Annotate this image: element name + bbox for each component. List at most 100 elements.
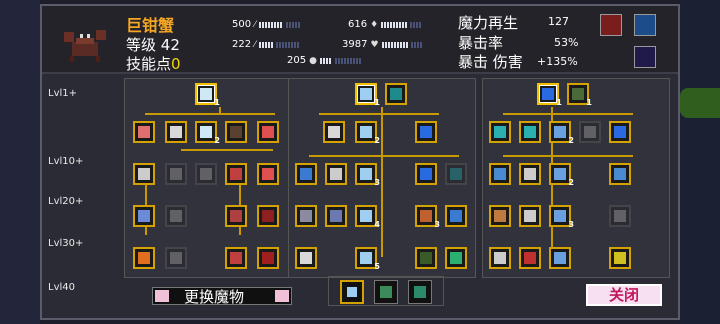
trait-crit-rate-value: 53% xyxy=(554,36,579,49)
skill-node[interactable]: 1 xyxy=(355,83,380,107)
skill-node[interactable] xyxy=(257,247,279,269)
stat-magic: 616 ♦ xyxy=(348,19,423,30)
tab-guard-branch[interactable] xyxy=(408,280,432,304)
skill-node[interactable] xyxy=(295,163,317,185)
skill-node[interactable] xyxy=(489,247,511,269)
ice-element-icon[interactable] xyxy=(634,14,656,36)
skill-node[interactable] xyxy=(579,121,601,143)
skill-node[interactable]: 1 xyxy=(567,83,592,107)
stat-speed-value: 205 xyxy=(287,55,307,66)
skill-points-value: 0 xyxy=(171,55,181,73)
skill-node[interactable] xyxy=(257,163,279,185)
skill-node[interactable] xyxy=(415,247,437,269)
close-button[interactable]: 关闭 xyxy=(586,284,662,306)
tab-ice-branch[interactable] xyxy=(340,280,364,304)
skill-node[interactable] xyxy=(519,121,541,143)
skill-node[interactable]: 3 xyxy=(415,205,440,229)
stat-hp-value: 3987 xyxy=(342,39,368,50)
skill-node[interactable] xyxy=(489,121,511,143)
skill-node[interactable] xyxy=(609,163,631,185)
skill-points-label: 技能点 xyxy=(126,55,172,73)
trait-crit-damage-value: +135% xyxy=(537,55,578,68)
monster-header: 巨钳蟹 等级 42 技能点0 500 ⁄ 222 ⁄ 616 ♦ 3987 ♥ xyxy=(42,6,678,74)
skill-node[interactable] xyxy=(133,121,155,143)
fire-element-icon[interactable] xyxy=(600,14,622,36)
skill-node[interactable] xyxy=(325,163,347,185)
skill-node[interactable]: 2 xyxy=(355,121,380,145)
skill-node[interactable]: 4 xyxy=(355,205,380,229)
stat-speed: 205 ● xyxy=(287,55,361,66)
stat-magic-bar xyxy=(381,21,408,28)
skill-node[interactable] xyxy=(225,163,247,185)
skill-node[interactable] xyxy=(385,83,407,105)
gem-icon: ♦ xyxy=(370,19,379,30)
skill-node[interactable] xyxy=(133,163,155,185)
skill-node[interactable] xyxy=(225,121,247,143)
skill-node[interactable] xyxy=(445,205,467,227)
skill-node[interactable] xyxy=(295,205,317,227)
stat-speed-bar xyxy=(319,57,332,64)
next-monster-arrow-icon[interactable] xyxy=(275,290,289,302)
skill-node[interactable] xyxy=(609,205,631,227)
level-row-label: Lvl1+ xyxy=(48,88,78,99)
skill-node[interactable] xyxy=(609,247,631,269)
skill-node[interactable] xyxy=(165,247,187,269)
skill-node[interactable] xyxy=(489,163,511,185)
sword-icon: ⁄ xyxy=(254,19,256,30)
skill-node[interactable] xyxy=(195,163,217,185)
skill-node[interactable] xyxy=(609,121,631,143)
skill-node[interactable] xyxy=(257,121,279,143)
skill-node[interactable] xyxy=(257,205,279,227)
skill-node[interactable] xyxy=(165,121,187,143)
skill-points: 技能点0 xyxy=(126,53,181,74)
switch-monster-label[interactable]: 更换魔物 xyxy=(184,286,244,307)
skill-node[interactable] xyxy=(519,163,541,185)
skill-node[interactable] xyxy=(519,247,541,269)
skill-node[interactable]: 2 xyxy=(195,121,220,145)
monster-name: 巨钳蟹 xyxy=(126,16,175,35)
previous-monster-arrow-icon[interactable] xyxy=(155,290,169,302)
level-row-label: Lvl20+ xyxy=(48,196,84,207)
skill-node[interactable]: 1 xyxy=(195,83,220,107)
stat-defense: 222 ⁄ xyxy=(232,39,300,50)
skill-node[interactable] xyxy=(165,205,187,227)
skill-node[interactable]: 1 xyxy=(537,83,562,107)
skill-node[interactable]: 2 xyxy=(549,121,574,145)
stat-hp: 3987 ♥ xyxy=(342,39,423,50)
stat-attack-value: 500 xyxy=(232,19,252,30)
skill-node[interactable] xyxy=(225,205,247,227)
skill-node[interactable]: 3 xyxy=(355,163,380,187)
level-value: 42 xyxy=(160,36,180,54)
stat-magic-value: 616 xyxy=(348,19,368,30)
skill-branch-ice: 1 2 3 4 3 5 xyxy=(288,78,476,278)
skill-node[interactable]: 2 xyxy=(549,163,574,187)
crab-avatar-icon xyxy=(64,30,106,62)
level-row-label: Lvl30+ xyxy=(48,238,84,249)
skill-node[interactable]: 5 xyxy=(355,247,380,271)
skill-node[interactable] xyxy=(445,163,467,185)
skill-tree-panel: 巨钳蟹 等级 42 技能点0 500 ⁄ 222 ⁄ 616 ♦ 3987 ♥ xyxy=(40,4,680,320)
skill-node[interactable]: 3 xyxy=(549,205,574,229)
heart-icon: ♥ xyxy=(370,39,379,50)
skill-node[interactable] xyxy=(445,247,467,269)
skill-branch-guard: 1 1 2 2 3 xyxy=(482,78,670,278)
tab-nature-branch[interactable] xyxy=(374,280,398,304)
skill-node[interactable] xyxy=(133,205,155,227)
skill-node[interactable] xyxy=(519,205,541,227)
moon-element-icon[interactable] xyxy=(634,46,656,68)
stat-attack-bar xyxy=(258,21,283,28)
skill-node[interactable] xyxy=(549,247,571,269)
wand-icon: ⁄ xyxy=(254,39,256,50)
skill-node[interactable] xyxy=(295,247,317,269)
skill-node[interactable] xyxy=(415,121,437,143)
skill-node[interactable] xyxy=(225,247,247,269)
skill-node[interactable] xyxy=(325,205,347,227)
skill-node[interactable] xyxy=(323,121,345,143)
skill-node[interactable] xyxy=(489,205,511,227)
skill-node[interactable] xyxy=(165,163,187,185)
stat-hp-bar xyxy=(381,41,408,48)
trait-mana-regen-label: 魔力再生 xyxy=(458,14,519,32)
trait-mana-regen-value: 127 xyxy=(548,15,569,28)
skill-node[interactable] xyxy=(415,163,437,185)
skill-node[interactable] xyxy=(133,247,155,269)
